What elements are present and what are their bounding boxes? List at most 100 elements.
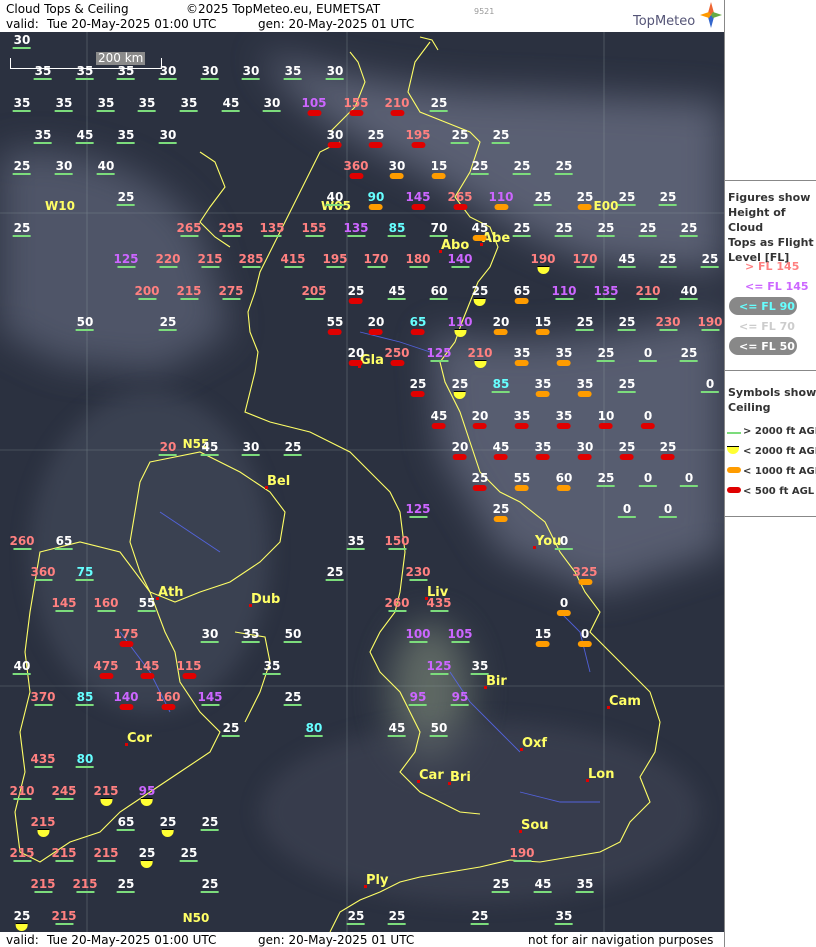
ceiling-symbol (577, 204, 592, 210)
ceiling-symbol (596, 360, 615, 362)
cloud-top-value: 25 (387, 909, 406, 925)
ceiling-symbol (140, 673, 154, 679)
cloud-top-value: 125 (113, 252, 139, 268)
cloud-top-value: 45 (472, 222, 488, 241)
cloud-top-value: 25 (348, 285, 364, 304)
cloud-top-value: 110 (488, 191, 514, 210)
ceiling-symbol (388, 610, 406, 612)
cloud-top-value: 25 (200, 815, 219, 831)
ceiling-symbol (34, 891, 52, 893)
cloud-top-value: 35 (283, 64, 302, 80)
cloud-top-value: 35 (33, 64, 52, 80)
cloud-top-value: 25 (12, 159, 31, 175)
cloud-top-value: 0 (554, 535, 573, 550)
cloud-top-value: 435 (30, 752, 56, 768)
ceiling-symbol (701, 329, 719, 331)
cloud-top-value: 215 (51, 846, 77, 862)
cloud-top-value: 215 (176, 284, 202, 300)
ceiling-symbol (158, 329, 177, 331)
ceiling-symbol (326, 266, 344, 268)
ceiling-symbol (117, 266, 135, 268)
cloud-top-value: 25 (472, 472, 488, 491)
ceiling-symbol (390, 360, 404, 366)
cloud-top-value: 25 (658, 190, 677, 206)
cloud-top-value: 110 (447, 316, 473, 337)
ceiling-symbol (346, 548, 365, 550)
cloud-top-value: 150 (384, 534, 410, 550)
cloud-top-value: 55 (137, 596, 156, 612)
ceiling-symbol (451, 641, 469, 643)
ceiling-symbol (33, 142, 52, 144)
ceiling-symbol (116, 142, 135, 144)
ceiling-symbol (368, 142, 383, 148)
ceiling-symbol (513, 860, 531, 862)
cloud-top-value: 25 (512, 159, 531, 175)
cloud-top-value: 25 (596, 221, 615, 237)
cloud-top-value: 25 (472, 285, 488, 306)
cloud-top-value: 35 (116, 64, 135, 80)
ceiling-symbol (431, 423, 446, 429)
ceiling-symbol (514, 298, 529, 304)
satellite-map[interactable]: 200 km W10 W05 E00 N55 N50 Abo Abe Gla Bel Y… (0, 32, 724, 932)
ceiling-symbol (617, 391, 636, 393)
ceiling-symbol (554, 923, 573, 925)
ceiling-symbol (491, 142, 510, 144)
cloud-top-value: 135 (343, 221, 369, 237)
cloud-top-value: 0 (638, 472, 657, 487)
cloud-top-value: 30 (54, 159, 73, 175)
ceiling-symbol (679, 298, 698, 300)
cloud-top-value: 40 (325, 190, 344, 206)
cloud-top-value: 40 (12, 659, 31, 675)
ceiling-symbol (639, 298, 657, 300)
cloud-top-value: 215 (51, 909, 77, 925)
ceiling-symbol (409, 579, 427, 581)
legend-divider (725, 370, 816, 371)
ceiling-symbol (387, 735, 406, 737)
cloud-top-value: 35 (33, 128, 52, 144)
ceiling-symbol (387, 235, 406, 237)
cloud-top-value: 35 (535, 441, 551, 460)
ceiling-symbol (491, 391, 510, 393)
cloud-top-value: 230 (655, 315, 681, 331)
ceiling-symbol (535, 641, 550, 647)
cloud-top-value: 0 (638, 347, 657, 362)
ceiling-symbol (535, 391, 550, 397)
copyright: ©2025 TopMeteo.eu, EUMETSAT (186, 2, 381, 16)
ceiling-symbol (387, 923, 406, 925)
ceiling-symbol (575, 329, 594, 331)
cloud-top-value: 80 (304, 721, 323, 737)
cloud-top-value: 25 (221, 721, 240, 737)
ceiling-symbol (137, 110, 156, 112)
cloud-top-value: 195 (405, 129, 431, 148)
ceiling-symbol (284, 266, 302, 268)
ceiling-symbol (34, 579, 52, 581)
ceiling-symbol (493, 454, 508, 460)
ceiling-symbol (12, 673, 31, 675)
cloud-top-value: 0 (700, 378, 719, 393)
legend-tops-le70: <= FL 70 (739, 320, 795, 333)
ceiling-symbol (76, 891, 94, 893)
ceiling-symbol (201, 704, 219, 706)
cloud-top-value: 35 (241, 627, 260, 643)
cloud-top-value: 25 (179, 846, 198, 862)
ceiling-symbol (325, 78, 344, 80)
cloud-top-value: 85 (491, 377, 510, 393)
ceiling-symbol (325, 204, 344, 206)
cloud-top-value: 40 (679, 284, 698, 300)
ceiling-symbol (222, 298, 240, 300)
cloud-top-value: 95 (408, 690, 427, 706)
cloud-top-value: 45 (221, 96, 240, 112)
ceiling-symbol (555, 298, 573, 300)
cloud-top-value: 25 (325, 565, 344, 581)
cloud-top-value: 245 (51, 784, 77, 800)
ceiling-symbol (640, 423, 655, 429)
ceiling-symbol (367, 266, 385, 268)
ceiling-symbol (137, 610, 156, 612)
cloud-top-value: 170 (363, 252, 389, 268)
ceiling-symbol (638, 360, 657, 362)
cloud-top-value: 25 (470, 909, 489, 925)
cloud-top-value: 90 (368, 191, 384, 210)
ceiling-symbol (576, 266, 594, 268)
ceiling-symbol (75, 766, 94, 768)
cloud-top-value: 35 (535, 378, 551, 397)
